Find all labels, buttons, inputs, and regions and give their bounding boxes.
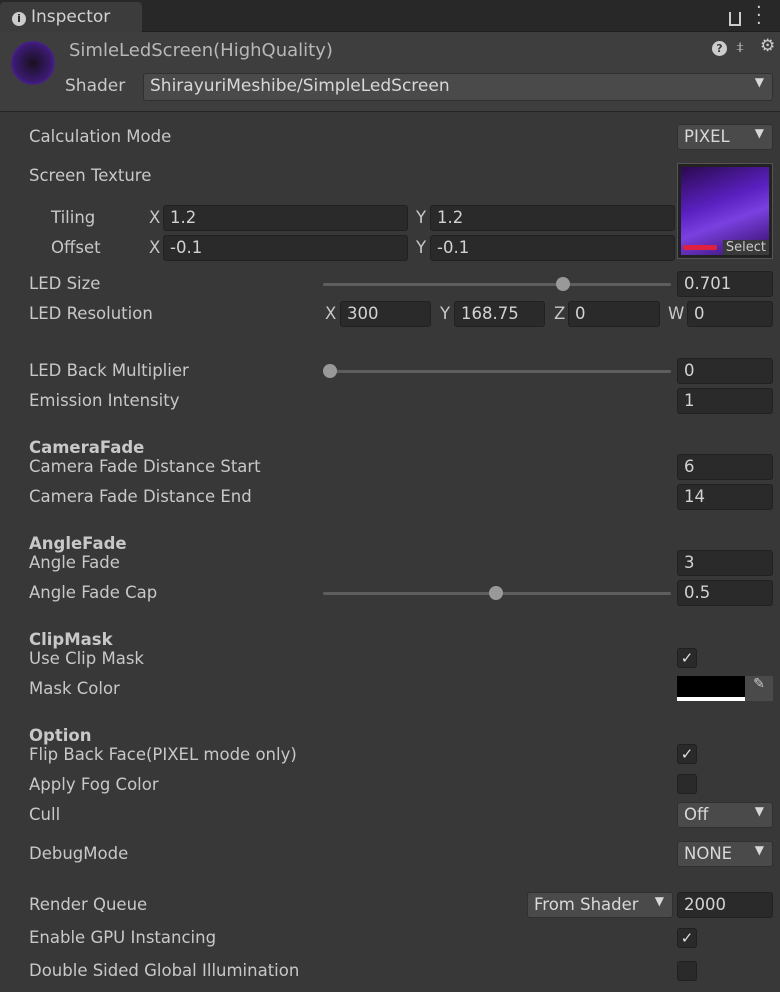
angle-fade-label: Angle Fade: [29, 553, 120, 572]
gpu-instancing-label: Enable GPU Instancing: [29, 928, 217, 947]
res-w-axis: W: [668, 304, 685, 323]
cam-start-field[interactable]: 6: [677, 454, 773, 480]
gear-icon[interactable]: ⚙: [760, 36, 775, 56]
dsgi-label: Double Sided Global Illumination: [29, 961, 300, 980]
use-clip-checkbox[interactable]: ✓: [677, 648, 697, 668]
flip-checkbox[interactable]: ✓: [677, 744, 697, 764]
angle-cap-label: Angle Fade Cap: [29, 583, 158, 602]
emission-label: Emission Intensity: [29, 391, 180, 410]
use-clip-label: Use Clip Mask: [29, 649, 144, 668]
led-resolution-label: LED Resolution: [29, 304, 153, 323]
render-queue-label: Render Queue: [29, 895, 148, 914]
offset-y-axis: Y: [416, 238, 427, 257]
texture-select-button[interactable]: Select: [722, 240, 769, 255]
tiling-label: Tiling: [51, 208, 96, 227]
led-res-z-field[interactable]: 0: [568, 301, 660, 327]
offset-x-field[interactable]: -0.1: [163, 235, 408, 261]
offset-x-axis: X: [149, 238, 161, 257]
debug-label: DebugMode: [29, 844, 129, 863]
cam-end-label: Camera Fade Distance End: [29, 487, 252, 506]
screen-texture-label: Screen Texture: [29, 166, 152, 185]
emission-field[interactable]: 1: [677, 388, 773, 414]
cull-label: Cull: [29, 805, 61, 824]
render-queue-field[interactable]: 2000: [677, 892, 773, 918]
material-header: SimleLedScreen(HighQuality) ? ⧧ ⚙ Shader…: [0, 32, 780, 112]
angle-fade-header: AngleFade: [29, 534, 127, 553]
back-multiplier-slider-handle[interactable]: [323, 364, 337, 378]
led-size-label: LED Size: [29, 274, 101, 293]
offset-y-field[interactable]: -0.1: [430, 235, 675, 261]
fog-label: Apply Fog Color: [29, 775, 159, 794]
led-size-slider-track[interactable]: [323, 283, 671, 286]
back-multiplier-label: LED Back Multiplier: [29, 361, 189, 380]
presets-icon[interactable]: ⧧: [736, 37, 744, 57]
back-multiplier-field[interactable]: 0: [677, 358, 773, 384]
cam-end-field[interactable]: 14: [677, 484, 773, 510]
flip-label: Flip Back Face(PIXEL mode only): [29, 745, 297, 764]
tab-bar: i Inspector · · ·: [0, 0, 780, 33]
offset-label: Offset: [51, 238, 101, 257]
material-name: SimleLedScreen(HighQuality): [69, 40, 333, 61]
kebab-menu-icon[interactable]: · · ·: [756, 0, 762, 33]
tab-inspector[interactable]: i Inspector: [0, 2, 142, 33]
res-z-axis: Z: [554, 304, 566, 323]
angle-fade-field[interactable]: 3: [677, 550, 773, 576]
led-res-x-field[interactable]: 300: [340, 301, 431, 327]
clip-mask-header: ClipMask: [29, 630, 113, 649]
option-header: Option: [29, 726, 92, 745]
tiling-x-axis: X: [149, 208, 161, 227]
camera-fade-header: CameraFade: [29, 438, 145, 457]
res-y-axis: Y: [440, 304, 451, 323]
back-multiplier-slider-track[interactable]: [323, 370, 671, 373]
led-size-slider-handle[interactable]: [556, 277, 570, 291]
cull-dropdown[interactable]: Off ▼: [677, 802, 773, 828]
render-queue-dropdown[interactable]: From Shader ▼: [527, 892, 673, 918]
led-res-y-field[interactable]: 168.75: [454, 301, 545, 327]
eyedropper-icon[interactable]: ✎: [745, 676, 773, 701]
res-x-axis: X: [325, 304, 337, 323]
debug-dropdown[interactable]: NONE ▼: [677, 841, 773, 867]
material-preview-icon: [11, 41, 55, 85]
tiling-y-axis: Y: [416, 208, 427, 227]
shader-label: Shader: [65, 76, 126, 96]
dsgi-checkbox[interactable]: [677, 961, 697, 981]
tiling-x-field[interactable]: 1.2: [163, 205, 408, 231]
mask-color-label: Mask Color: [29, 679, 120, 698]
lock-icon[interactable]: [729, 12, 741, 26]
info-icon: i: [12, 12, 26, 26]
tab-title: Inspector: [31, 7, 111, 27]
cam-start-label: Camera Fade Distance Start: [29, 457, 261, 476]
fog-checkbox[interactable]: [677, 774, 697, 794]
calc-mode-dropdown[interactable]: PIXEL ▼: [677, 124, 773, 150]
led-size-field[interactable]: 0.701: [677, 271, 773, 297]
angle-cap-slider-handle[interactable]: [489, 586, 503, 600]
texture-thumbnail[interactable]: Select: [677, 163, 773, 259]
shader-dropdown[interactable]: ShirayuriMeshibe/SimpleLedScreen ▼: [143, 73, 773, 101]
help-icon[interactable]: ?: [712, 41, 727, 56]
tiling-y-field[interactable]: 1.2: [430, 205, 675, 231]
mask-color-swatch[interactable]: [677, 676, 745, 701]
gpu-instancing-checkbox[interactable]: ✓: [677, 928, 697, 948]
angle-cap-field[interactable]: 0.5: [677, 580, 773, 606]
led-res-w-field[interactable]: 0: [687, 301, 773, 327]
calc-mode-label: Calculation Mode: [29, 127, 172, 146]
